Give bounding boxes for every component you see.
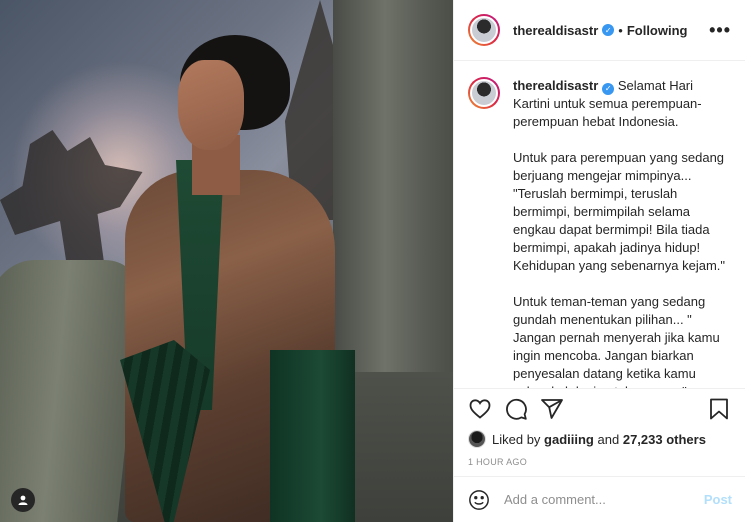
post-panel: therealdisastr ✓ • Following ••• thereal… — [453, 0, 745, 522]
post-timestamp[interactable]: 1 HOUR AGO — [454, 457, 745, 467]
bookmark-icon[interactable] — [707, 397, 731, 421]
liker-username[interactable]: gadiiing — [544, 432, 594, 447]
likes-summary: Liked by gadiiing and 27,233 others — [454, 429, 745, 449]
caption-area: therealdisastr ✓ Selamat Hari Kartini unt… — [454, 61, 745, 389]
author-username[interactable]: therealdisastr — [513, 23, 598, 38]
post-photo[interactable] — [0, 0, 453, 522]
action-bar — [454, 389, 745, 429]
caption: therealdisastr ✓ Selamat Hari Kartini unt… — [513, 77, 731, 388]
comment-box: Post — [454, 476, 745, 522]
caption-paragraph-2: Untuk para perempuan yang sedang berjuan… — [513, 150, 726, 273]
caption-paragraph-3: Untuk teman-teman yang sedang gundah men… — [513, 294, 720, 388]
caption-username[interactable]: therealdisastr — [513, 78, 598, 93]
verified-badge-icon: ✓ — [602, 24, 615, 36]
emoji-icon[interactable] — [468, 489, 490, 511]
likes-conjunction: and — [597, 431, 620, 447]
more-options-icon[interactable]: ••• — [709, 20, 731, 41]
likes-count[interactable]: 27,233 others — [623, 432, 706, 447]
green-scarf — [270, 350, 355, 522]
comment-input[interactable] — [504, 492, 704, 507]
heart-icon[interactable] — [468, 397, 492, 421]
post-header: therealdisastr ✓ • Following ••• — [454, 0, 745, 61]
following-button[interactable]: Following — [627, 23, 688, 38]
comment-icon[interactable] — [504, 397, 528, 421]
verified-badge-icon: ✓ — [602, 83, 615, 95]
caption-avatar[interactable] — [468, 77, 500, 109]
post-comment-button[interactable]: Post — [704, 492, 732, 507]
face — [178, 60, 244, 150]
likes-prefix: Liked by — [492, 431, 541, 447]
share-icon[interactable] — [540, 397, 564, 421]
woman-figure — [120, 20, 355, 522]
user-tag-icon[interactable] — [11, 488, 35, 512]
separator-dot: • — [618, 22, 623, 38]
liker-avatar[interactable] — [468, 430, 486, 448]
author-avatar[interactable] — [468, 14, 500, 46]
